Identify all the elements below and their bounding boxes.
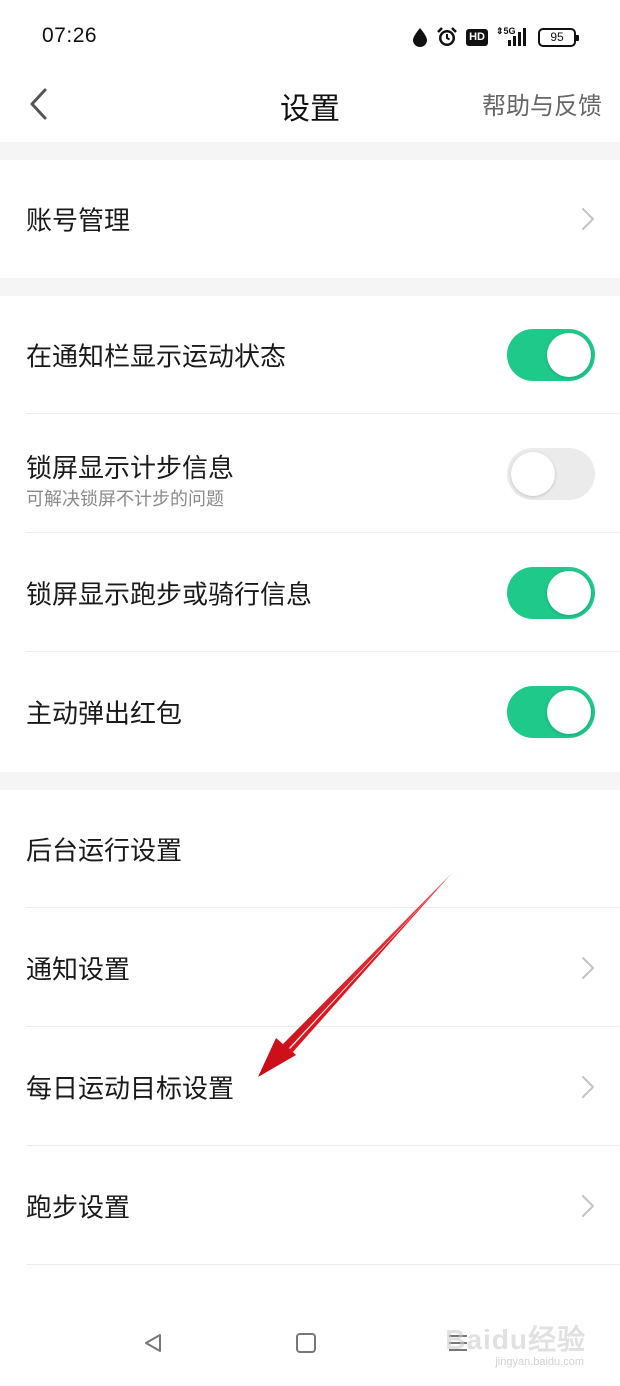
watermark-url: jingyan.baidu.com bbox=[495, 1356, 584, 1368]
row-label: 锁屏显示跑步或骑行信息 bbox=[26, 579, 313, 610]
notification-status-toggle[interactable] bbox=[507, 329, 595, 381]
divider bbox=[26, 1264, 620, 1265]
status-icons: HD ⇕5G 95 bbox=[412, 24, 579, 50]
row-label: 跑步设置 bbox=[26, 1192, 131, 1223]
toggle-row-lockscreen-steps: 锁屏显示计步信息 可解决锁屏不计步的问题 bbox=[0, 415, 620, 533]
daily-goal-settings-row[interactable]: 每日运动目标设置 bbox=[0, 1028, 620, 1146]
section-gap bbox=[0, 772, 620, 790]
watermark-brand: Baidu经验 bbox=[445, 1324, 586, 1355]
square-home-icon bbox=[295, 1332, 317, 1359]
red-packet-toggle[interactable] bbox=[507, 686, 595, 738]
alarm-icon bbox=[436, 26, 458, 48]
chevron-right-icon bbox=[578, 1192, 598, 1220]
row-label: 锁屏显示计步信息 bbox=[26, 453, 235, 483]
running-settings-row[interactable]: 跑步设置 bbox=[0, 1147, 620, 1265]
hd-badge: HD bbox=[466, 28, 488, 46]
battery-indicator: 95 bbox=[538, 27, 579, 47]
toggle-row-notification-status: 在通知栏显示运动状态 bbox=[0, 296, 620, 414]
app-header: 设置 帮助与反馈 bbox=[0, 72, 620, 142]
divider bbox=[26, 907, 620, 908]
triangle-back-icon bbox=[142, 1332, 164, 1359]
divider bbox=[26, 651, 620, 652]
row-label: 账号管理 bbox=[26, 205, 131, 236]
divider bbox=[26, 1145, 620, 1146]
toggle-row-red-packet: 主动弹出红包 bbox=[0, 653, 620, 771]
row-label: 后台运行设置 bbox=[26, 835, 183, 866]
toggle-row-lockscreen-run-ride: 锁屏显示跑步或骑行信息 bbox=[0, 534, 620, 652]
row-sublabel: 可解决锁屏不计步的问题 bbox=[26, 489, 224, 509]
droplet-icon bbox=[412, 27, 428, 47]
lockscreen-run-ride-toggle[interactable] bbox=[507, 567, 595, 619]
section-gap bbox=[0, 278, 620, 296]
divider bbox=[26, 532, 620, 533]
toggle-knob bbox=[547, 333, 591, 377]
toggle-knob bbox=[511, 452, 555, 496]
row-label: 主动弹出红包 bbox=[26, 698, 183, 729]
toggle-knob bbox=[547, 690, 591, 734]
status-bar: 07:26 HD ⇕5G 95 bbox=[0, 0, 620, 72]
notification-settings-row[interactable]: 通知设置 bbox=[0, 909, 620, 1027]
background-run-settings-row[interactable]: 后台运行设置 bbox=[0, 790, 620, 908]
divider bbox=[26, 1026, 620, 1027]
row-label: 每日运动目标设置 bbox=[26, 1073, 235, 1104]
account-management-row[interactable]: 账号管理 bbox=[0, 160, 620, 278]
chevron-right-icon bbox=[578, 1073, 598, 1101]
row-label: 通知设置 bbox=[26, 954, 131, 985]
help-feedback-link[interactable]: 帮助与反馈 bbox=[482, 86, 602, 121]
nav-back-button[interactable] bbox=[133, 1330, 173, 1360]
lockscreen-steps-toggle[interactable] bbox=[507, 448, 595, 500]
chevron-right-icon bbox=[578, 205, 598, 233]
status-time: 07:26 bbox=[42, 24, 98, 47]
chevron-right-icon bbox=[578, 954, 598, 982]
divider bbox=[26, 413, 620, 414]
svg-text:⇕5G: ⇕5G bbox=[496, 26, 516, 36]
row-label: 在通知栏显示运动状态 bbox=[26, 341, 287, 372]
nav-home-button[interactable] bbox=[286, 1330, 326, 1360]
signal-5g-icon: ⇕5G bbox=[496, 26, 530, 48]
section-gap bbox=[0, 142, 620, 160]
toggle-knob bbox=[547, 571, 591, 615]
